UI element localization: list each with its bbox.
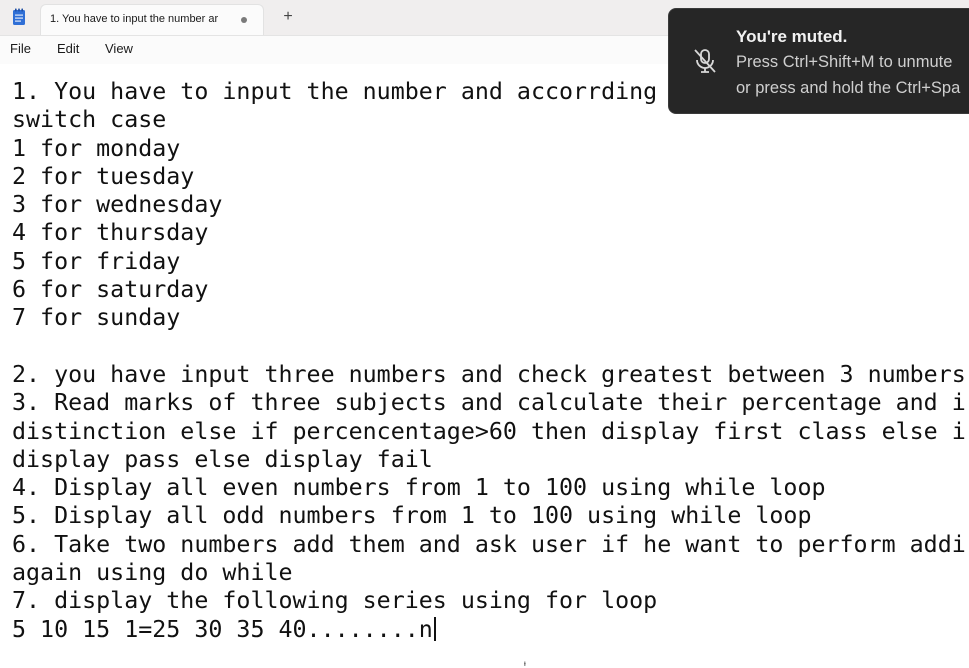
editor-line: 7. display the following series using fo… xyxy=(12,587,658,615)
toast-title: You're muted. xyxy=(736,27,848,46)
muted-microphone-icon xyxy=(694,49,716,73)
menu-file[interactable]: File xyxy=(10,41,31,56)
toast-message-line-2: or press and hold the Ctrl+Spa xyxy=(736,79,961,97)
editor-line: 5 10 15 1=25 30 35 40........n xyxy=(12,615,433,643)
editor-line: again using do while xyxy=(12,559,293,587)
unsaved-dot-icon[interactable] xyxy=(241,17,247,23)
editor-line: 5 for friday xyxy=(12,247,181,275)
editor-line: 4 for thursday xyxy=(12,219,209,247)
editor-line: 7 for sunday xyxy=(12,304,181,332)
new-tab-button[interactable]: + xyxy=(279,7,297,27)
editor-line: switch case xyxy=(12,106,167,134)
editor-line: 6 for saturday xyxy=(12,276,209,304)
toast-message-line-1: Press Ctrl+Shift+M to unmute xyxy=(736,53,953,71)
mouse-cursor-icon: ᵻ xyxy=(524,659,526,668)
editor-line: display pass else display fail xyxy=(12,445,433,473)
editor-line: 4. Display all even numbers from 1 to 10… xyxy=(12,474,826,502)
editor-line: 2. you have input three numbers and chec… xyxy=(12,360,966,388)
editor-line: 3. Read marks of three subjects and calc… xyxy=(12,389,966,417)
tab-document[interactable]: 1. You have to input the number ar xyxy=(40,4,264,35)
text-caret xyxy=(433,616,436,641)
notepad-app-icon xyxy=(13,8,25,25)
text-editor[interactable]: 1. You have to input the number and acco… xyxy=(0,64,969,667)
menu-view[interactable]: View xyxy=(105,41,133,56)
muted-notification[interactable]: You're muted. Press Ctrl+Shift+M to unmu… xyxy=(668,8,969,114)
menu-edit[interactable]: Edit xyxy=(57,41,79,56)
editor-line: 2 for tuesday xyxy=(12,162,195,190)
editor-line: 1. You have to input the number and acco… xyxy=(12,78,658,105)
editor-line: 3 for wednesday xyxy=(12,191,223,219)
editor-line: 6. Take two numbers add them and ask use… xyxy=(12,530,966,558)
tab-title: 1. You have to input the number ar xyxy=(50,13,219,25)
editor-line: 5. Display all odd numbers from 1 to 100… xyxy=(12,502,812,530)
editor-content[interactable]: 1. You have to input the number and acco… xyxy=(12,78,966,644)
editor-line: 1 for monday xyxy=(12,134,181,162)
editor-line: distinction else if percencentage>60 the… xyxy=(12,417,966,445)
